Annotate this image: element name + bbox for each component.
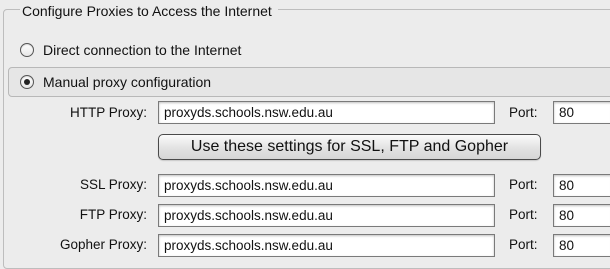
direct-connection-option[interactable]: Direct connection to the Internet — [20, 40, 241, 60]
manual-proxy-label: Manual proxy configuration — [43, 74, 212, 90]
http-proxy-label: HTTP Proxy: — [69, 105, 147, 120]
use-settings-for-all-button[interactable]: Use these settings for SSL, FTP and Goph… — [158, 134, 541, 160]
ftp-proxy-label: FTP Proxy: — [79, 207, 147, 222]
ftp-port-label: Port: — [509, 207, 538, 222]
ftp-proxy-field[interactable]: proxyds.schools.nsw.edu.au — [158, 204, 495, 227]
http-proxy-field[interactable]: proxyds.schools.nsw.edu.au — [158, 101, 495, 124]
direct-connection-label: Direct connection to the Internet — [43, 42, 242, 58]
ssl-proxy-label: SSL Proxy: — [79, 177, 147, 192]
group-title: Configure Proxies to Access the Internet — [20, 2, 278, 20]
ssl-proxy-field[interactable]: proxyds.schools.nsw.edu.au — [158, 174, 495, 197]
ftp-port-field[interactable]: 80 — [553, 204, 610, 227]
gopher-port-label: Port: — [509, 237, 538, 252]
ssl-port-field[interactable]: 80 — [553, 174, 610, 197]
direct-connection-radio[interactable] — [20, 43, 34, 57]
ssl-port-label: Port: — [509, 177, 538, 192]
manual-proxy-option[interactable]: Manual proxy configuration — [20, 72, 211, 92]
gopher-port-field[interactable]: 80 — [553, 234, 610, 257]
gopher-proxy-label: Gopher Proxy: — [59, 237, 147, 252]
gopher-proxy-field[interactable]: proxyds.schools.nsw.edu.au — [158, 234, 495, 257]
http-port-label: Port: — [509, 105, 538, 120]
manual-proxy-radio[interactable] — [20, 75, 34, 89]
http-port-field[interactable]: 80 — [553, 101, 610, 124]
